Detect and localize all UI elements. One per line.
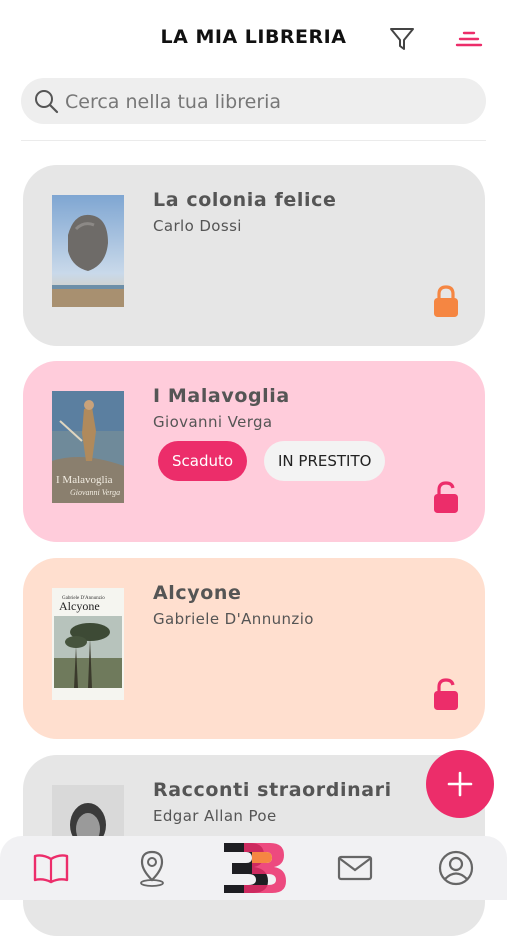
cover-title: Alcyone: [59, 599, 100, 613]
search-icon: [35, 90, 59, 114]
book-card[interactable]: Gabriele D'Annunzio Alcyone Alcyone Gabr…: [23, 558, 485, 739]
sort-icon[interactable]: [454, 24, 484, 54]
profile-icon[interactable]: [436, 848, 476, 888]
location-pin-icon[interactable]: [132, 848, 172, 888]
lock-open-icon[interactable]: [431, 480, 461, 514]
plus-icon: [447, 771, 473, 797]
book-cover: Gabriele D'Annunzio Alcyone: [52, 588, 124, 700]
book-icon[interactable]: [31, 848, 71, 888]
book-author: Carlo Dossi: [153, 217, 242, 235]
page-title: LA MIA LIBRERIA: [160, 26, 347, 48]
book-author: Edgar Allan Poe: [153, 807, 277, 825]
book-cover: [52, 195, 124, 307]
book-title: I Malavoglia: [153, 385, 290, 407]
filter-icon[interactable]: [387, 24, 417, 54]
loan-badge[interactable]: IN PRESTITO: [264, 441, 386, 481]
status-badge-expired[interactable]: Scaduto: [158, 441, 248, 481]
header: LA MIA LIBRERIA: [0, 0, 507, 78]
book-author: Giovanni Verga: [153, 413, 273, 431]
book-card[interactable]: I Malavoglia Giovanni Verga I Malavoglia…: [23, 361, 485, 542]
book-cover: I Malavoglia Giovanni Verga: [52, 391, 124, 503]
cover-author: Giovanni Verga: [70, 488, 120, 497]
lock-closed-icon[interactable]: [431, 284, 461, 318]
divider: [21, 140, 486, 141]
book-author: Gabriele D'Annunzio: [153, 610, 314, 628]
lock-open-icon[interactable]: [431, 677, 461, 711]
search-input[interactable]: [63, 78, 467, 126]
search-bar[interactable]: [21, 78, 486, 126]
book-title: Racconti straordinari: [153, 779, 392, 801]
add-book-button[interactable]: [426, 750, 494, 818]
book-title: La colonia felice: [153, 189, 337, 211]
book-title: Alcyone: [153, 582, 242, 604]
cover-title: I Malavoglia: [56, 474, 113, 486]
app-logo[interactable]: [222, 841, 286, 895]
book-card[interactable]: La colonia felice Carlo Dossi: [23, 165, 485, 346]
bottom-nav: [0, 836, 507, 900]
mail-icon[interactable]: [335, 848, 375, 888]
